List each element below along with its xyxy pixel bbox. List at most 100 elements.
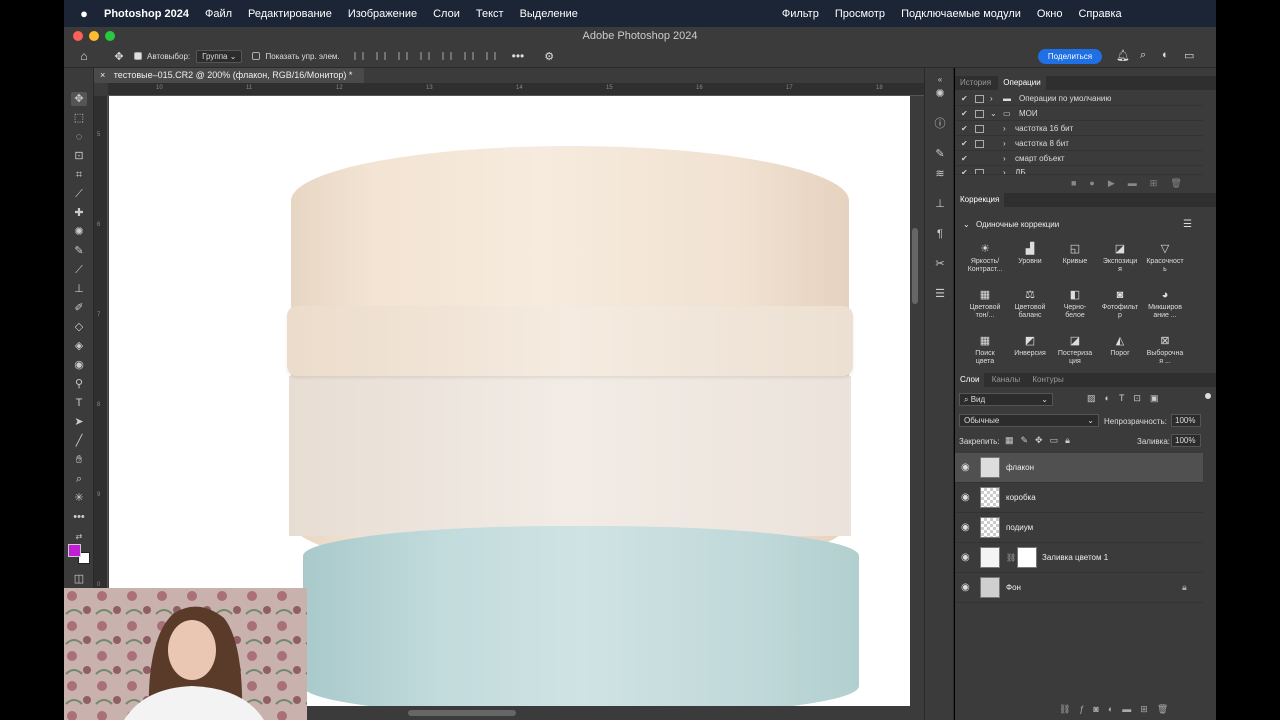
vertical-scrollbar[interactable] xyxy=(912,228,918,304)
layer-row-podium[interactable]: ◉ подиум xyxy=(955,513,1203,543)
chevron-down-icon[interactable]: ⌄ xyxy=(963,220,970,229)
check-icon[interactable]: ✔ xyxy=(961,152,968,166)
clone-source-icon[interactable]: ⊥ xyxy=(932,196,948,212)
action-row[interactable]: ✔ › частотка 8 бит xyxy=(955,137,1203,151)
distribute-icon[interactable] xyxy=(419,52,430,60)
align-left-icon[interactable] xyxy=(353,52,364,60)
check-icon[interactable]: ✔ xyxy=(961,92,968,106)
close-window-button[interactable] xyxy=(73,31,83,41)
correction-levels[interactable]: ▟ Уровни xyxy=(1008,242,1052,266)
chevron-right-icon[interactable]: › xyxy=(1003,152,1006,166)
chevron-right-icon[interactable]: › xyxy=(1003,137,1006,151)
home-icon[interactable]: ⌂ xyxy=(64,49,104,63)
correction-invert[interactable]: ◩ Инверсия xyxy=(1008,334,1052,358)
action-row[interactable]: ✔ › смарт объект xyxy=(955,152,1203,166)
correction-balance[interactable]: ⚖ Цветовой баланс xyxy=(1008,288,1052,320)
menu-layers[interactable]: Слои xyxy=(433,8,460,20)
menu-view[interactable]: Просмотр xyxy=(835,8,885,20)
share-button[interactable]: Поделиться xyxy=(1038,49,1102,64)
align-top-icon[interactable] xyxy=(441,52,452,60)
correction-channel-mixer[interactable]: ◕ Микширов ание ... xyxy=(1143,288,1187,320)
layer-bottom-controls[interactable]: ⛓ƒ◙◐▬⊞🗑︎ xyxy=(1059,704,1177,715)
line-tool-icon[interactable]: ╱ xyxy=(71,434,87,448)
learn-icon[interactable]: ◐ xyxy=(1162,49,1169,61)
move-tool-preset-icon[interactable]: ✥ xyxy=(104,50,134,63)
eye-icon[interactable]: ◉ xyxy=(961,552,970,563)
layer-filter-icons[interactable]: ▨◐T⊡▣ xyxy=(1087,393,1167,404)
chevron-right-icon[interactable]: › xyxy=(1003,122,1006,136)
dialog-toggle-icon[interactable] xyxy=(975,125,984,133)
crop-tool-icon[interactable]: ⌗ xyxy=(71,168,87,182)
layer-filter-dropdown[interactable]: ⌕ Вид ⌄ xyxy=(959,393,1053,406)
corrections-section[interactable]: ⌄ Одиночные коррекции xyxy=(963,220,1059,229)
tab-actions[interactable]: Операции xyxy=(998,76,1046,90)
path-select-tool-icon[interactable]: ➤ xyxy=(71,415,87,429)
brush-tool-icon[interactable]: ✎ xyxy=(71,244,87,258)
layer-row-korobka[interactable]: ◉ коробка xyxy=(955,483,1203,513)
layer-mask-thumbnail[interactable] xyxy=(1017,547,1037,568)
eye-icon[interactable]: ◉ xyxy=(961,462,970,473)
layer-row-flakon[interactable]: ◉ флакон xyxy=(955,453,1203,483)
fill-input[interactable]: 100% xyxy=(1171,434,1201,447)
adjustments-icon[interactable]: ☰ xyxy=(932,286,948,302)
check-icon[interactable]: ✔ xyxy=(961,166,968,174)
correction-posterize[interactable]: ◪ Постериза ция xyxy=(1053,334,1097,366)
move-tool-icon[interactable]: ✥ xyxy=(71,92,87,106)
opacity-input[interactable]: 100% xyxy=(1171,414,1201,427)
tools-icon[interactable]: ✂ xyxy=(932,256,948,272)
foreground-color-swatch[interactable] xyxy=(68,544,81,557)
dialog-toggle-icon[interactable] xyxy=(975,110,984,118)
eye-icon[interactable]: ◉ xyxy=(961,492,970,503)
lock-icons[interactable]: ▦✎✥▭🔒︎ xyxy=(1005,435,1077,446)
zoom-tool-icon[interactable]: ⌕ xyxy=(71,472,87,486)
brush-settings-icon[interactable]: ✎ xyxy=(932,146,948,162)
eyedropper-tool-icon[interactable]: ⟋ xyxy=(71,187,87,201)
workspace-icon[interactable]: ▭ xyxy=(1184,49,1194,62)
gear-icon[interactable]: ⚙ xyxy=(544,50,554,63)
stamp-tool-icon[interactable]: ⊥ xyxy=(71,282,87,296)
tab-corrections[interactable]: Коррекция xyxy=(955,193,1005,207)
close-doc-icon[interactable]: × xyxy=(100,70,105,80)
blur-tool-icon[interactable]: ◉ xyxy=(71,358,87,372)
menu-plugins[interactable]: Подключаемые модули xyxy=(901,8,1021,20)
correction-bw[interactable]: ◧ Черно- белое xyxy=(1053,288,1097,320)
check-icon[interactable]: ✔ xyxy=(961,122,968,136)
hand-tool-icon[interactable]: ✋︎ xyxy=(71,453,87,467)
brushes-icon[interactable]: ≋ xyxy=(932,166,948,182)
layer-row-fill[interactable]: ◉ ⛓ Заливка цветом 1 xyxy=(955,543,1203,573)
correction-photo-filter[interactable]: ◙ Фотофильт р xyxy=(1098,288,1142,320)
more-options-icon[interactable]: ••• xyxy=(512,49,525,63)
chevron-down-icon[interactable]: ⌄ xyxy=(990,107,997,121)
check-icon[interactable]: ✔ xyxy=(961,107,968,121)
paragraph-icon[interactable]: ¶ xyxy=(932,226,948,242)
bell-icon[interactable]: 🔔︎ xyxy=(1116,49,1130,62)
menu-file[interactable]: Файл xyxy=(205,8,232,20)
apple-icon[interactable]: ● xyxy=(64,6,104,21)
link-icon[interactable]: ⛓ xyxy=(1006,553,1016,562)
tab-channels[interactable]: Каналы xyxy=(987,373,1025,387)
list-view-icon[interactable]: ☰ xyxy=(1183,219,1192,230)
minimize-window-button[interactable] xyxy=(89,31,99,41)
menu-image[interactable]: Изображение xyxy=(348,8,417,20)
eye-icon[interactable]: ◉ xyxy=(961,522,970,533)
align-center-icon[interactable] xyxy=(375,52,386,60)
action-row[interactable]: ✔ ⌄ ▭ МОИ xyxy=(955,107,1203,121)
action-row[interactable]: ✔ › ДБ xyxy=(955,166,1203,175)
menu-help[interactable]: Справка xyxy=(1078,8,1121,20)
show-transform-checkbox[interactable] xyxy=(252,52,261,60)
auto-select-dropdown[interactable]: Группа ⌄ xyxy=(196,49,243,63)
correction-color-lookup[interactable]: ▦ Поиск цвета xyxy=(963,334,1007,366)
chevron-right-icon[interactable]: › xyxy=(1003,166,1006,174)
dialog-toggle-icon[interactable] xyxy=(975,140,984,148)
menu-text[interactable]: Текст xyxy=(476,8,504,20)
search-icon[interactable]: ⌕ xyxy=(1140,49,1146,62)
lasso-tool-icon[interactable]: ◌ xyxy=(71,130,87,144)
dialog-toggle-icon[interactable] xyxy=(975,95,984,103)
menu-select[interactable]: Выделение xyxy=(520,8,578,20)
tab-history[interactable]: История xyxy=(955,76,996,90)
zoom-window-button[interactable] xyxy=(105,31,115,41)
quick-select-tool-icon[interactable]: ⊡ xyxy=(71,149,87,163)
action-row[interactable]: ✔ › ▬ Операции по умолчанию xyxy=(955,92,1203,106)
edit-toolbar-icon[interactable]: ✳ xyxy=(71,491,87,505)
swap-colors-icon[interactable]: ⇄ xyxy=(71,530,87,544)
